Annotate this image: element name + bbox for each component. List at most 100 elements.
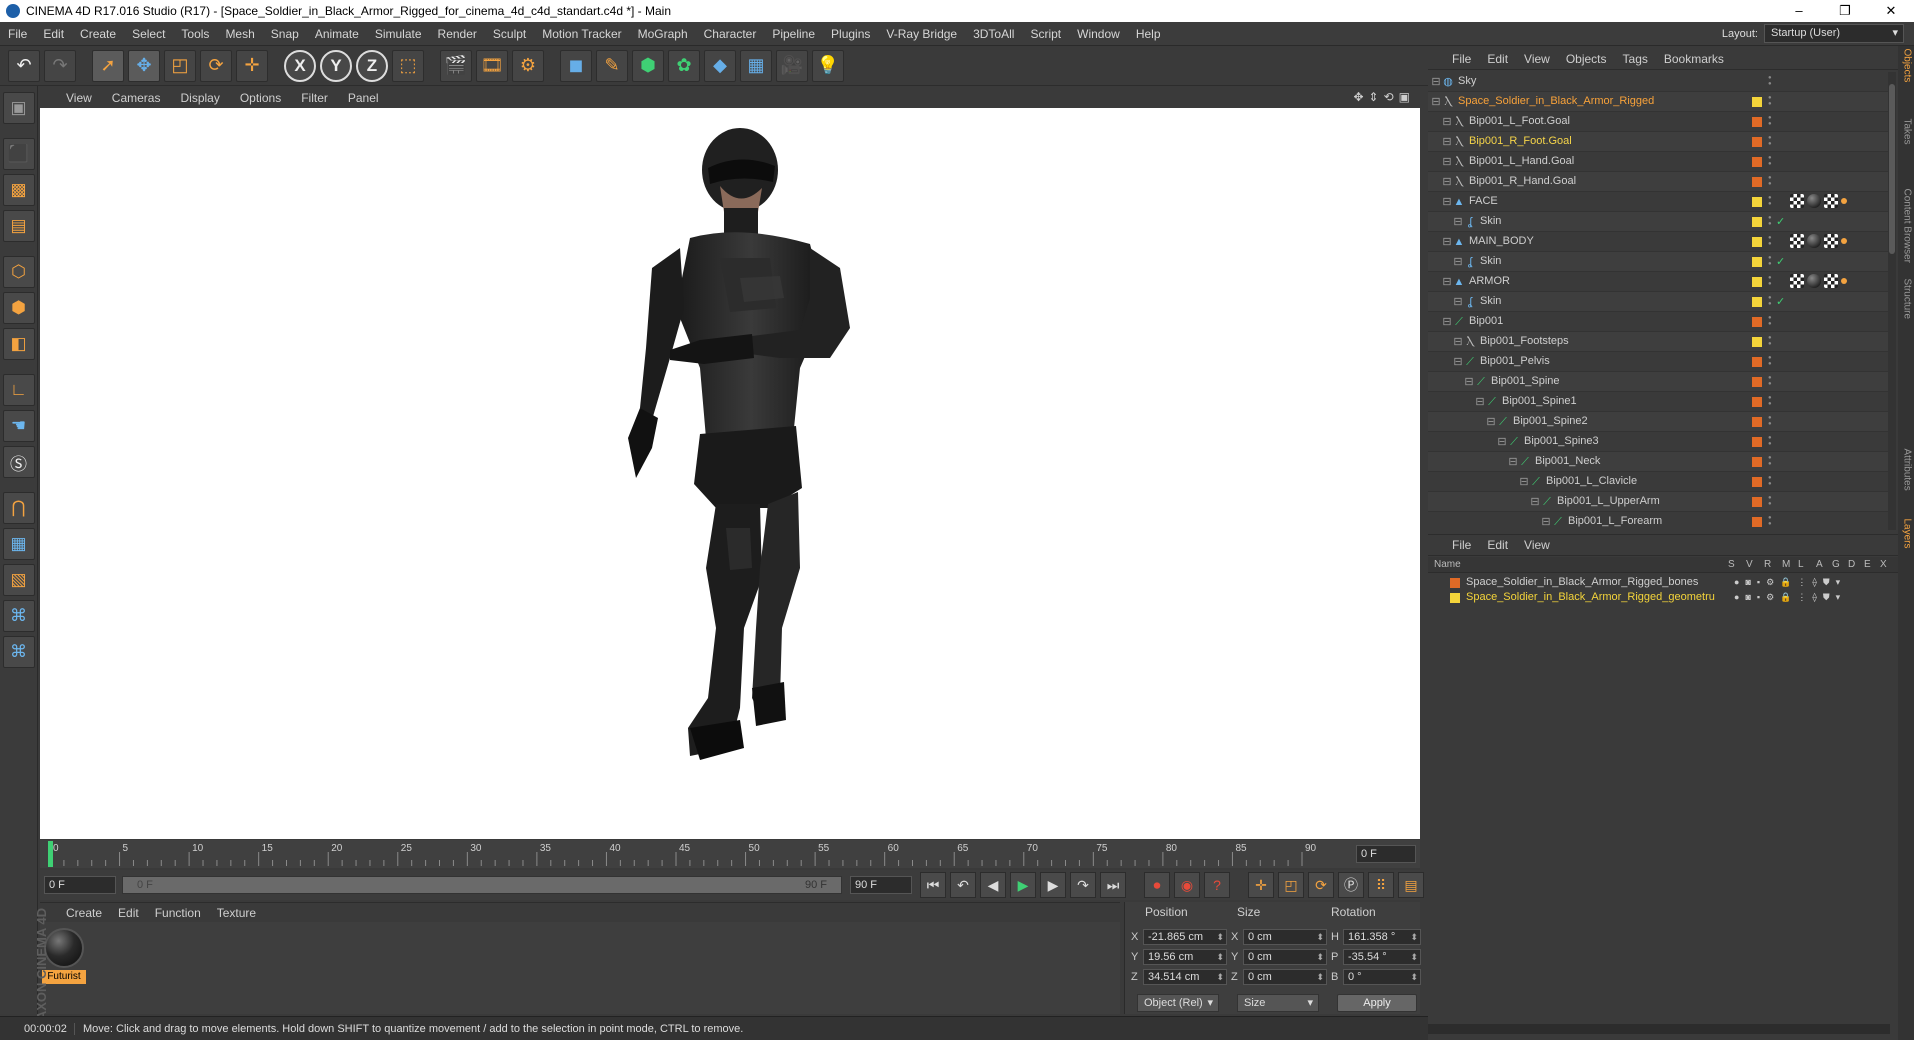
- last-tool-icon[interactable]: ✛: [236, 49, 268, 82]
- undo-icon[interactable]: ↶: [8, 49, 40, 82]
- layer-column-r[interactable]: R: [1764, 559, 1771, 570]
- visibility-dots-icon[interactable]: ● ●: [1768, 295, 1774, 307]
- layer-toggle-icon[interactable]: ⋮: [1797, 577, 1806, 588]
- obj-menu-edit[interactable]: Edit: [1487, 52, 1508, 66]
- layer-color-swatch[interactable]: [1752, 497, 1762, 507]
- layer-toggle-icon[interactable]: ▾: [1836, 577, 1841, 588]
- layer-toggle-icon[interactable]: 🔒: [1780, 592, 1791, 603]
- layer-toggle-icon[interactable]: ⚙: [1766, 577, 1774, 588]
- expand-toggle-icon[interactable]: ⊟: [1441, 176, 1453, 188]
- object-row[interactable]: ⊟ ⟋ Bip001_Spine2 ● ●: [1428, 412, 1888, 432]
- layer-toggle-icon[interactable]: ◙: [1745, 577, 1750, 588]
- viewport-menu-display[interactable]: Display: [180, 91, 219, 105]
- coordinate-system-icon[interactable]: ⬚: [392, 49, 424, 82]
- expand-toggle-icon[interactable]: ⊟: [1441, 276, 1453, 288]
- layer-column-l[interactable]: L: [1798, 559, 1804, 570]
- object-row[interactable]: ⊟ ⟋ Bip001_Spine3 ● ●: [1428, 432, 1888, 452]
- orbit-icon[interactable]: ⟲: [1384, 90, 1394, 104]
- expand-toggle-icon[interactable]: ⊟: [1507, 456, 1519, 468]
- object-row[interactable]: ⊟ Ⲗ Bip001_L_Hand.Goal ● ●: [1428, 152, 1888, 172]
- object-list-scrollbar[interactable]: [1888, 72, 1896, 530]
- object-row[interactable]: ⊟ Ⲗ Space_Soldier_in_Black_Armor_Rigged ● ●: [1428, 92, 1888, 112]
- workplane-icon[interactable]: ▤: [2, 210, 35, 242]
- menu-help[interactable]: Help: [1128, 22, 1169, 46]
- rotation-h-field[interactable]: 161.358 °: [1343, 929, 1421, 945]
- visibility-dots-icon[interactable]: ● ●: [1768, 115, 1774, 127]
- layer-color-swatch[interactable]: [1752, 337, 1762, 347]
- side-tab-takes[interactable]: Takes: [1902, 119, 1913, 165]
- points-mode-icon[interactable]: ⬡: [2, 256, 35, 288]
- restore-button[interactable]: ❐: [1822, 0, 1868, 22]
- polygons-mode-icon[interactable]: ◧: [2, 328, 35, 360]
- visibility-dots-icon[interactable]: ● ●: [1768, 275, 1774, 287]
- texture-tag-icon[interactable]: [1824, 234, 1838, 248]
- menu-simulate[interactable]: Simulate: [367, 22, 430, 46]
- layer-color-swatch[interactable]: [1752, 477, 1762, 487]
- material-menu-create[interactable]: Create: [66, 906, 102, 920]
- object-row[interactable]: ⊟ ◍ Sky ● ●: [1428, 72, 1888, 92]
- weight-tag-icon[interactable]: [1841, 278, 1847, 284]
- next-key-icon[interactable]: ↷: [1070, 872, 1096, 898]
- layer-horizontal-scrollbar[interactable]: [1428, 1024, 1890, 1034]
- prev-key-icon[interactable]: ↶: [950, 872, 976, 898]
- texture-tag-icon[interactable]: [1824, 194, 1838, 208]
- visibility-dots-icon[interactable]: ● ●: [1768, 195, 1774, 207]
- menu-snap[interactable]: Snap: [263, 22, 307, 46]
- material-menu-texture[interactable]: Texture: [217, 906, 256, 920]
- timeline-ruler[interactable]: 0 5 10 15 20 25 30 35 40 45 50 55 60 65 70 75 80 85 90 0 F: [40, 840, 1420, 868]
- menu-mesh[interactable]: Mesh: [217, 22, 262, 46]
- expand-toggle-icon[interactable]: ⊟: [1496, 436, 1508, 448]
- object-row[interactable]: ⊟ ⟋ Bip001_L_Forearm ● ●: [1428, 512, 1888, 530]
- side-tab-content-browser[interactable]: Content Browser: [1902, 189, 1913, 263]
- menu-select[interactable]: Select: [124, 22, 173, 46]
- material-menu-function[interactable]: Function: [155, 906, 201, 920]
- menu-mograph[interactable]: MoGraph: [630, 22, 696, 46]
- coordinate-mode-dropdown[interactable]: Object (Rel): [1137, 994, 1219, 1012]
- make-editable-icon[interactable]: ▣: [2, 92, 35, 124]
- visibility-dots-icon[interactable]: ● ●: [1768, 455, 1774, 467]
- layer-color-swatch[interactable]: [1752, 297, 1762, 307]
- 3d-viewport[interactable]: [40, 108, 1420, 839]
- layer-color-swatch[interactable]: [1752, 217, 1762, 227]
- z-axis-icon[interactable]: Z: [356, 49, 388, 82]
- layer-toggle-icon[interactable]: 🔒: [1780, 577, 1791, 588]
- layer-toggle-icon[interactable]: ▪: [1757, 577, 1760, 588]
- keyframe-selection-icon[interactable]: ?: [1204, 872, 1230, 898]
- layer-row[interactable]: Space_Soldier_in_Black_Armor_Rigged_geom…: [1428, 590, 1898, 605]
- layer-column-g[interactable]: G: [1832, 559, 1840, 570]
- layer-toggle-icon[interactable]: ⛊: [1823, 592, 1830, 603]
- layer-toggle-icon[interactable]: ▾: [1836, 592, 1841, 603]
- layer-toggle-icon[interactable]: ⟠: [1812, 577, 1816, 588]
- camera-icon[interactable]: 🎥: [776, 49, 808, 82]
- obj-menu-tags[interactable]: Tags: [1623, 52, 1648, 66]
- viewport-menu-view[interactable]: View: [66, 91, 92, 105]
- deformer-icon[interactable]: ◆: [704, 49, 736, 82]
- expand-toggle-icon[interactable]: ⊟: [1452, 336, 1464, 348]
- key-scale-icon[interactable]: ◰: [1278, 872, 1304, 898]
- layer-color-swatch[interactable]: [1752, 437, 1762, 447]
- layer-toggle-icon[interactable]: ⛊: [1823, 577, 1830, 588]
- expand-toggle-icon[interactable]: ⊟: [1430, 76, 1442, 88]
- layer-color-swatch[interactable]: [1752, 197, 1762, 207]
- menu-tools[interactable]: Tools: [173, 22, 217, 46]
- frame-range-slider[interactable]: 0 F 90 F: [122, 876, 842, 894]
- obj-menu-bookmarks[interactable]: Bookmarks: [1664, 52, 1724, 66]
- rotation-b-field[interactable]: 0 °: [1343, 969, 1421, 985]
- layer-color-swatch[interactable]: [1752, 457, 1762, 467]
- visibility-dots-icon[interactable]: ● ●: [1768, 95, 1774, 107]
- tweak-mode-icon[interactable]: ☚: [2, 410, 35, 442]
- object-row[interactable]: ⊟ ʆ Skin ● ● ✓: [1428, 212, 1888, 232]
- obj-menu-objects[interactable]: Objects: [1566, 52, 1607, 66]
- expand-toggle-icon[interactable]: ⊟: [1452, 356, 1464, 368]
- expand-toggle-icon[interactable]: ⊟: [1452, 256, 1464, 268]
- layer-color-swatch[interactable]: [1752, 357, 1762, 367]
- prev-frame-icon[interactable]: ◀: [980, 872, 1006, 898]
- expand-toggle-icon[interactable]: ⊟: [1540, 516, 1552, 528]
- menu-edit[interactable]: Edit: [35, 22, 72, 46]
- layer-toggle-icon[interactable]: ⟠: [1812, 592, 1816, 603]
- enabled-check-icon[interactable]: ✓: [1776, 255, 1785, 268]
- layer-column-m[interactable]: M: [1782, 559, 1790, 570]
- menu-render[interactable]: Render: [430, 22, 485, 46]
- object-row[interactable]: ⊟ ▲ FACE ● ●: [1428, 192, 1888, 212]
- layer-color-swatch[interactable]: [1752, 237, 1762, 247]
